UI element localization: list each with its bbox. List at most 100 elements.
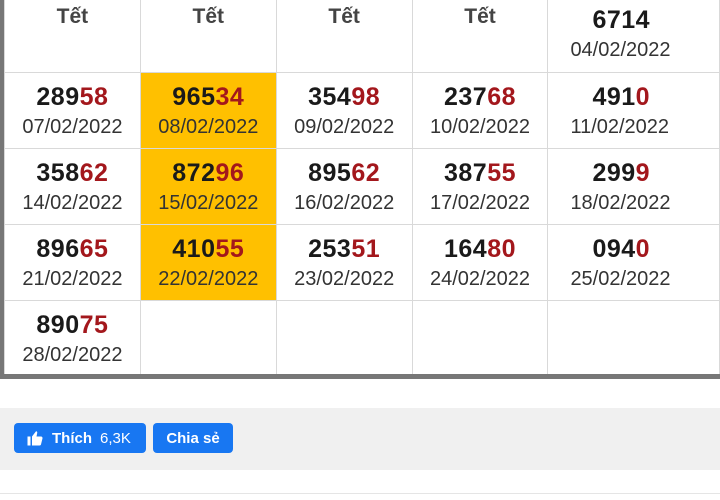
header-cell: 6714 04/02/2022 [547,0,720,73]
result-cell: 41055 22/02/2022 [139,224,277,301]
result-number: 25351 [277,234,412,264]
number-tail-digits: 55 [487,158,517,187]
result-cell: 23768 10/02/2022 [411,72,549,149]
social-bar: Thích 6,3K Chia sẻ [0,408,720,470]
result-date: 24/02/2022 [429,267,531,290]
facebook-share-button[interactable]: Chia sẻ [153,423,233,453]
footer-divider [0,493,720,494]
result-cell: 2999 18/02/2022 [547,148,720,225]
number-lead-digits: 387 [443,158,488,187]
header-cell: Tết [139,0,277,73]
result-date: 21/02/2022 [22,267,123,290]
number-tail-digits: 62 [351,158,381,187]
table-row: 89075 28/02/2022 [4,300,720,377]
result-number: 0940 [592,234,719,264]
number-tail-digits: 75 [79,310,109,339]
result-date: 04/02/2022 [570,38,671,61]
result-cell: 16480 24/02/2022 [411,224,549,301]
table-header-row: Tết Tết Tết Tết 6714 04/02/2022 [4,0,720,73]
header-label: Tết [464,5,496,28]
result-cell [275,300,413,377]
result-cell: 35862 14/02/2022 [4,148,141,225]
table-row: 89665 21/02/2022 41055 22/02/2022 25351 23/02… [4,224,720,301]
result-cell [139,300,277,377]
result-cell: 35498 09/02/2022 [275,72,413,149]
result-cell: 38755 17/02/2022 [411,148,549,225]
result-date: 18/02/2022 [570,191,671,214]
number-tail-digits: 58 [79,82,109,111]
number-lead-digits: 896 [36,234,80,263]
number-lead-digits: 872 [172,158,216,187]
number-lead-digits: 410 [172,234,216,263]
result-number: 41055 [141,234,276,264]
result-date: 08/02/2022 [158,115,259,138]
thumbs-up-icon [27,431,43,446]
result-cell [411,300,549,377]
number-lead-digits: 358 [36,158,80,187]
like-label: Thích [52,429,92,447]
result-cell: 89562 16/02/2022 [275,148,413,225]
results-table-container: Tết Tết Tết Tết 6714 04/02/2022 28958 07/… [0,0,720,380]
result-number: 96534 [141,82,276,112]
result-cell: 25351 23/02/2022 [275,224,413,301]
result-date: 23/02/2022 [294,267,395,290]
result-number: 6714 [592,5,651,34]
result-date: 14/02/2022 [22,191,123,214]
number-tail-digits: 51 [351,234,381,263]
result-number: 38755 [413,158,548,188]
number-lead-digits: 289 [36,82,80,111]
number-lead-digits: 164 [443,234,488,263]
result-date: 15/02/2022 [158,191,259,214]
number-tail-digits: 68 [487,82,517,111]
header-label: Tết [56,5,89,28]
number-tail-digits: 0 [635,234,651,263]
table-row: 35862 14/02/2022 87296 15/02/2022 89562 16/02… [4,148,720,225]
number-tail-digits: 65 [79,234,109,263]
facebook-like-button[interactable]: Thích 6,3K [14,423,146,453]
table-left-border [0,0,4,379]
number-lead-digits: 094 [592,234,636,263]
number-lead-digits: 299 [592,158,636,187]
like-count: 6,3K [100,429,131,447]
result-number: 2999 [592,158,719,188]
result-number: 28958 [5,82,140,112]
number-lead-digits: 253 [308,234,352,263]
number-tail-digits: 96 [215,158,245,187]
number-tail-digits: 62 [79,158,109,187]
header-label: Tết [328,5,360,28]
results-body: 28958 07/02/2022 96534 08/02/2022 35498 09/02… [4,72,720,377]
result-cell: 89665 21/02/2022 [4,224,141,301]
number-lead-digits: 354 [308,82,352,111]
result-date: 22/02/2022 [158,267,259,290]
result-cell: 87296 15/02/2022 [139,148,277,225]
number-lead-digits: 237 [443,82,488,111]
result-number: 89562 [277,158,412,188]
number-tail-digits: 80 [487,234,517,263]
result-cell: 96534 08/02/2022 [139,72,277,149]
table-bottom-border [0,374,720,379]
result-cell: 4910 11/02/2022 [547,72,720,149]
result-date: 07/02/2022 [22,115,123,138]
result-number: 89665 [5,234,140,264]
result-cell: 89075 28/02/2022 [4,300,141,377]
result-number: 87296 [141,158,276,188]
result-cell [547,300,720,377]
number-lead-digits: 965 [172,82,216,111]
header-cell: Tết [411,0,549,73]
result-date: 16/02/2022 [294,191,395,214]
number-lead-digits: 491 [592,82,636,111]
result-date: 09/02/2022 [294,115,395,138]
result-number: 35498 [277,82,412,112]
number-tail-digits: 0 [635,82,651,111]
result-date: 28/02/2022 [22,343,123,366]
result-date: 11/02/2022 [570,115,670,138]
number-tail-digits: 98 [351,82,381,111]
result-date: 25/02/2022 [570,267,671,290]
share-label: Chia sẻ [166,429,220,447]
lottery-results-table: Tết Tết Tết Tết 6714 04/02/2022 28958 07/… [4,0,720,377]
number-lead-digits: 895 [308,158,352,187]
result-number: 4910 [592,82,719,112]
header-cell: Tết [275,0,413,73]
result-cell: 28958 07/02/2022 [4,72,141,149]
result-number: 16480 [413,234,548,264]
